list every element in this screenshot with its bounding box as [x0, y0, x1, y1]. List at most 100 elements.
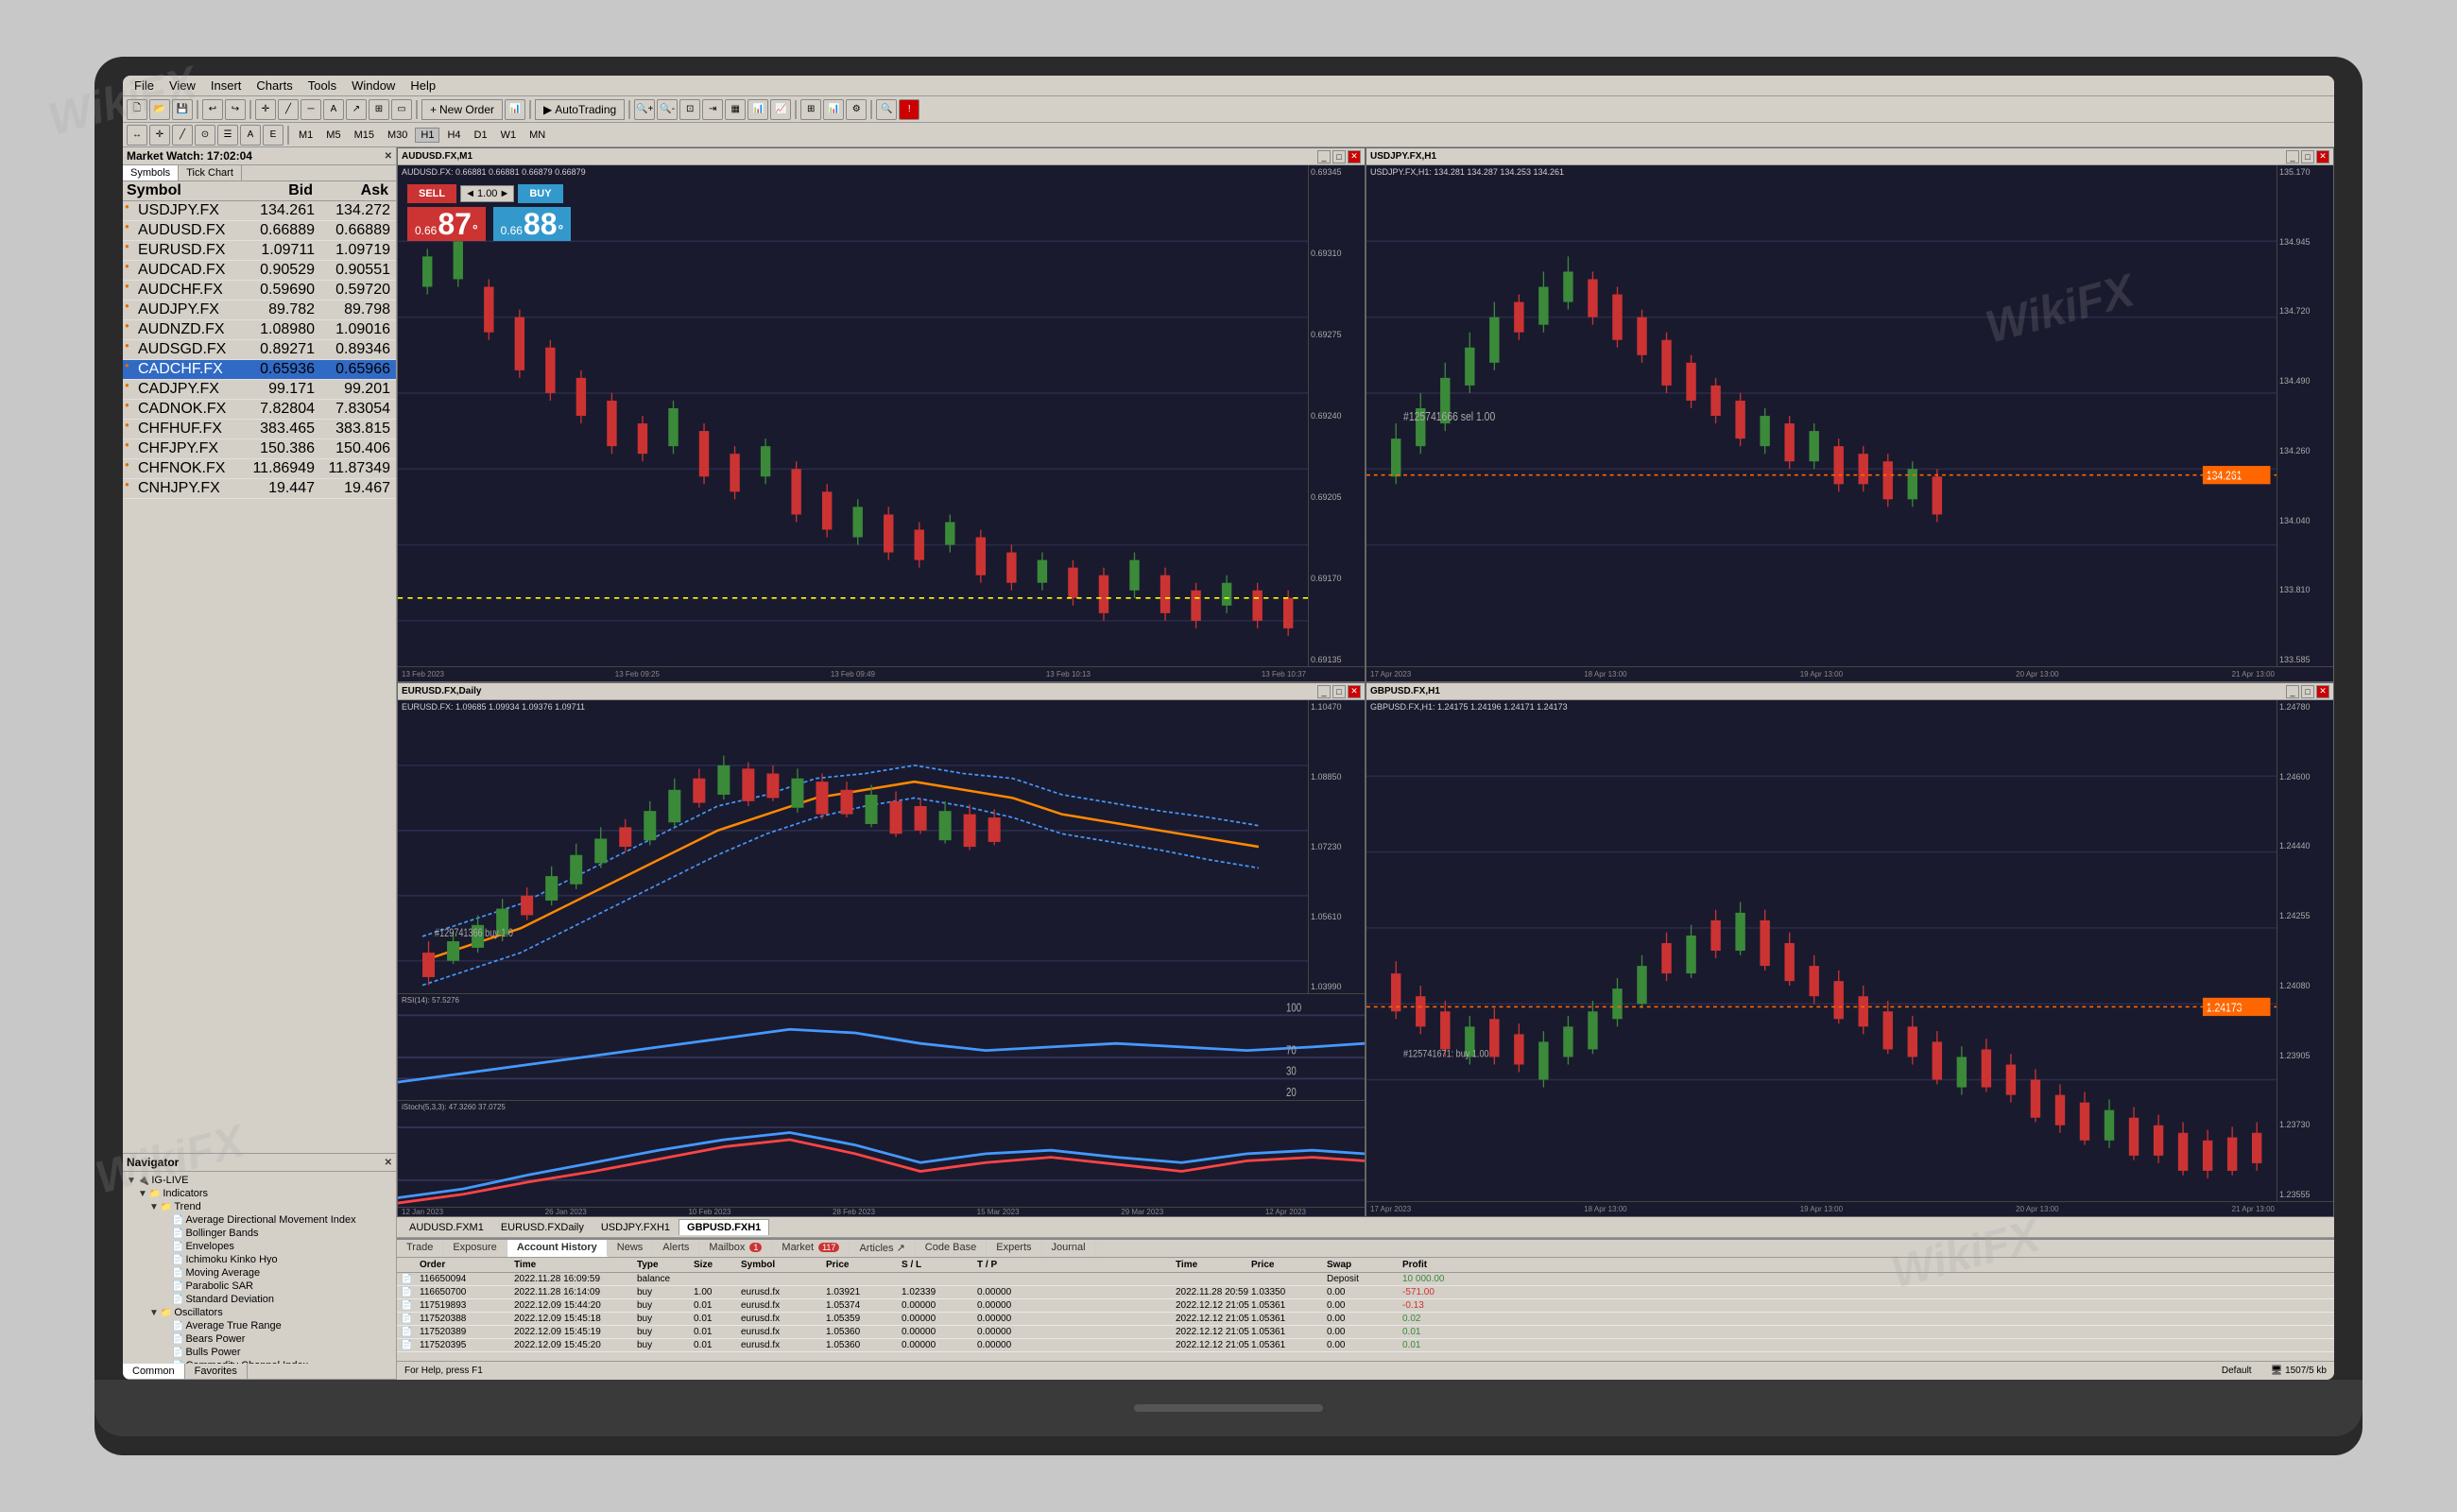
- chart-tab-usdjpy[interactable]: USDJPY.FXH1: [593, 1219, 679, 1235]
- terminal-row-1[interactable]: 📄 116650700 2022.11.28 16:14:09 buy 1.00…: [397, 1286, 2334, 1299]
- toolbar-btn-arrow[interactable]: ↗: [346, 99, 367, 120]
- mw-row-3[interactable]: ● AUDCAD.FX 0.90529 0.90551: [123, 261, 396, 281]
- toolbar-btn-indicator[interactable]: 📊: [505, 99, 525, 120]
- mw-row-10[interactable]: ● CADNOK.FX 7.82804 7.83054: [123, 400, 396, 420]
- menu-window[interactable]: Window: [344, 77, 403, 94]
- tab-trade[interactable]: Trade: [397, 1240, 443, 1257]
- mw-row-6[interactable]: ● AUDNZD.FX 1.08980 1.09016: [123, 320, 396, 340]
- toolbar-btn-options[interactable]: ⚙: [846, 99, 867, 120]
- terminal-row-4[interactable]: 📄 117520389 2022.12.09 15:45:19 buy 0.01…: [397, 1326, 2334, 1339]
- tf-d1[interactable]: D1: [469, 128, 493, 143]
- chart-close-audusd[interactable]: ✕: [1348, 150, 1361, 163]
- menu-charts[interactable]: Charts: [249, 77, 300, 94]
- tab-experts[interactable]: Experts: [987, 1240, 1041, 1257]
- tf-m30[interactable]: M30: [382, 128, 413, 143]
- chart-maximize-gbpusd[interactable]: □: [2301, 685, 2314, 698]
- tab-news[interactable]: News: [608, 1240, 654, 1257]
- nav-item-bulls[interactable]: 📄Bulls Power: [170, 1346, 394, 1359]
- laptop-trackpad[interactable]: [1134, 1404, 1323, 1412]
- nav-item-ma[interactable]: 📄Moving Average: [170, 1266, 394, 1280]
- chart-maximize-eurusd[interactable]: □: [1332, 685, 1346, 698]
- chart-tab-audusd[interactable]: AUDUSD.FXM1: [401, 1219, 492, 1235]
- toolbar-btn-chart-type-candle[interactable]: 📊: [747, 99, 768, 120]
- lot-control-audusd[interactable]: ◄ 1.00 ►: [460, 185, 514, 202]
- toolbar-btn-new[interactable]: 🗋: [127, 99, 147, 120]
- chart-tab-eurusd[interactable]: EURUSD.FXDaily: [492, 1219, 593, 1235]
- menu-view[interactable]: View: [162, 77, 203, 94]
- chart-body-gbpusd[interactable]: GBPUSD.FX,H1: 1.24175 1.24196 1.24171 1.…: [1366, 700, 2333, 1201]
- tf-w1[interactable]: W1: [495, 128, 523, 143]
- tab-journal[interactable]: Journal: [1042, 1240, 1096, 1257]
- toolbar-btn-scroll-end[interactable]: ⇥: [702, 99, 723, 120]
- toolbar-btn-grid[interactable]: ⊞: [800, 99, 821, 120]
- mw-row-13[interactable]: ● CHFNOK.FX 11.86949 11.87349: [123, 459, 396, 479]
- chart-minimize-eurusd[interactable]: _: [1317, 685, 1331, 698]
- nav-item-std[interactable]: 📄Standard Deviation: [170, 1293, 394, 1306]
- menu-help[interactable]: Help: [403, 77, 443, 94]
- nav-item-bb[interactable]: 📄Bollinger Bands: [170, 1227, 394, 1240]
- tf-h1[interactable]: H1: [415, 128, 439, 143]
- tf-m5[interactable]: M5: [320, 128, 346, 143]
- toolbar-btn-chart-type-bar[interactable]: ▦: [725, 99, 746, 120]
- terminal-row-5[interactable]: 📄 117520395 2022.12.09 15:45:20 buy 0.01…: [397, 1339, 2334, 1352]
- mw-row-12[interactable]: ● CHFJPY.FX 150.386 150.406: [123, 439, 396, 459]
- new-order-button[interactable]: + New Order: [421, 99, 503, 120]
- mw-row-2[interactable]: ● EURUSD.FX 1.09711 1.09719: [123, 241, 396, 261]
- chart-body-usdjpy[interactable]: USDJPY.FX,H1: 134.281 134.287 134.253 13…: [1366, 165, 2333, 666]
- chart-maximize-usdjpy[interactable]: □: [2301, 150, 2314, 163]
- nav-item-trend[interactable]: ▼ 📁 Trend: [147, 1200, 394, 1213]
- lot-down-audusd[interactable]: ◄: [465, 188, 475, 199]
- mw-tab-tick-chart[interactable]: Tick Chart: [179, 165, 242, 180]
- mw-row-4[interactable]: ● AUDCHF.FX 0.59690 0.59720: [123, 281, 396, 301]
- mw-row-1[interactable]: ● AUDUSD.FX 0.66889 0.66889: [123, 221, 396, 241]
- toolbar-btn-volumes[interactable]: 📊: [823, 99, 844, 120]
- toolbar-btn-redo[interactable]: ↪: [225, 99, 246, 120]
- toolbar-btn-zoom-out[interactable]: 🔍-: [657, 99, 678, 120]
- toolbar2-arrows[interactable]: ↔: [127, 125, 147, 146]
- toolbar-btn-fit[interactable]: ⊡: [679, 99, 700, 120]
- chart-close-gbpusd[interactable]: ✕: [2316, 685, 2329, 698]
- tab-articles[interactable]: Articles ↗: [850, 1240, 915, 1257]
- toolbar-btn-search[interactable]: 🔍: [876, 99, 897, 120]
- mw-row-11[interactable]: ● CHFHUF.FX 383.465 383.815: [123, 420, 396, 439]
- tf-h4[interactable]: H4: [441, 128, 466, 143]
- chart-tab-gbpusd[interactable]: GBPUSD.FXH1: [679, 1219, 769, 1235]
- mw-row-7[interactable]: ● AUDSGD.FX 0.89271 0.89346: [123, 340, 396, 360]
- tab-account-history[interactable]: Account History: [507, 1240, 608, 1257]
- tab-alerts[interactable]: Alerts: [653, 1240, 699, 1257]
- mw-row-14[interactable]: ● CNHJPY.FX 19.447 19.467: [123, 479, 396, 499]
- mw-row-5[interactable]: ● AUDJPY.FX 89.782 89.798: [123, 301, 396, 320]
- navigator-close[interactable]: ✕: [385, 1158, 392, 1168]
- terminal-row-3[interactable]: 📄 117520388 2022.12.09 15:45:18 buy 0.01…: [397, 1313, 2334, 1326]
- chart-minimize-audusd[interactable]: _: [1317, 150, 1331, 163]
- tf-m1[interactable]: M1: [293, 128, 318, 143]
- toolbar2-indicator[interactable]: A: [240, 125, 261, 146]
- toolbar-btn-zoom-in[interactable]: 🔍+: [634, 99, 655, 120]
- menu-file[interactable]: File: [127, 77, 162, 94]
- menu-insert[interactable]: Insert: [203, 77, 249, 94]
- lot-up-audusd[interactable]: ►: [499, 188, 509, 199]
- nav-item-adx[interactable]: 📄Average Directional Movement Index: [170, 1213, 394, 1227]
- nav-item-sar[interactable]: 📄Parabolic SAR: [170, 1280, 394, 1293]
- autotrading-button[interactable]: ▶ AutoTrading: [535, 99, 625, 120]
- toolbar-btn-hline[interactable]: ─: [301, 99, 321, 120]
- mw-row-0[interactable]: ● USDJPY.FX 134.261 134.272: [123, 201, 396, 221]
- nav-item-ichi[interactable]: 📄Ichimoku Kinko Hyo: [170, 1253, 394, 1266]
- chart-maximize-audusd[interactable]: □: [1332, 150, 1346, 163]
- chart-minimize-gbpusd[interactable]: _: [2286, 685, 2299, 698]
- chart-minimize-usdjpy[interactable]: _: [2286, 150, 2299, 163]
- toolbar2-template[interactable]: ☰: [217, 125, 238, 146]
- chart-body-audusd[interactable]: AUDUSD.FX: 0.66881 0.66881 0.66879 0.668…: [398, 165, 1365, 666]
- nav-item-root[interactable]: ▼ 🔌 IG-LIVE: [125, 1174, 394, 1187]
- toolbar-btn-save[interactable]: 💾: [172, 99, 193, 120]
- chart-close-usdjpy[interactable]: ✕: [2316, 150, 2329, 163]
- mw-row-9[interactable]: ● CADJPY.FX 99.171 99.201: [123, 380, 396, 400]
- toolbar-btn-rect[interactable]: ▭: [391, 99, 412, 120]
- menu-tools[interactable]: Tools: [301, 77, 344, 94]
- buy-button-audusd[interactable]: BUY: [518, 184, 562, 203]
- nav-item-bears[interactable]: 📄Bears Power: [170, 1332, 394, 1346]
- chart-close-eurusd[interactable]: ✕: [1348, 685, 1361, 698]
- nav-tab-common[interactable]: Common: [123, 1364, 185, 1379]
- mw-tab-symbols[interactable]: Symbols: [123, 165, 179, 180]
- nav-tab-favorites[interactable]: Favorites: [185, 1364, 248, 1379]
